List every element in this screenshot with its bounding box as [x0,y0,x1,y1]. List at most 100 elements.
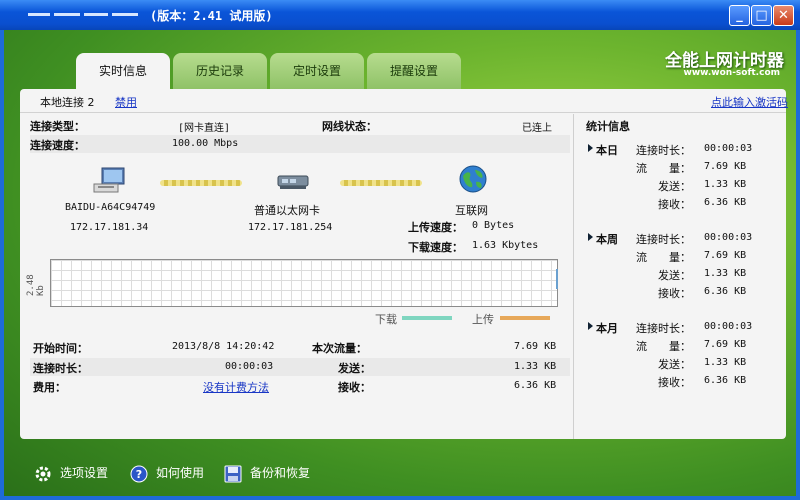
sent-label: 发送： [338,362,371,375]
expand-arrow-icon [588,233,593,241]
tab-reminder[interactable]: 提醒设置 [367,53,461,89]
duration-label: 连接时长： [33,362,88,375]
recv-value: 6.36 KB [514,380,557,391]
computer-name: BAIDU-A64C94749 [65,202,156,213]
nic-ip: 172.17.181.254 [248,222,333,233]
traffic-graph [50,259,558,307]
options-button[interactable]: 选项设置 [34,462,108,484]
help-button[interactable]: ? 如何使用 [130,462,204,484]
traffic-value: 7.69 KB [514,341,557,352]
client-area: 全能上网计时器 www.won-soft.com 实时信息 历史记录 定时设置 … [4,30,796,496]
title-bar[interactable]: (版本：2.41 试用版) _ □ ✕ [0,0,800,30]
conn-speed-value: 100.00 Mbps [172,138,239,149]
expand-arrow-icon [588,144,593,152]
activation-code-link[interactable]: 点此输入激活码 [711,94,788,110]
download-speed-label: 下载速度： [408,241,463,254]
tab-history[interactable]: 历史记录 [173,53,267,89]
disable-link[interactable]: 禁用 [115,94,137,110]
connection-bar: 本地连接 2 禁用 点此输入激活码 [20,89,788,113]
statistics-section: 统计信息 本日 连接时长： 00:00:03 流 量： 7.69 KB 发送： … [573,114,786,439]
stats-value: 6.36 KB [704,197,747,208]
help-icon: ? [130,465,148,482]
tab-realtime-info[interactable]: 实时信息 [76,53,170,91]
stats-value: 7.69 KB [704,339,747,350]
stats-key: 接收： [658,287,691,300]
fee-label: 费用： [33,381,66,394]
stats-key: 流 量： [636,162,691,175]
app-logo [28,8,140,22]
expand-arrow-icon [588,322,593,330]
line-state-value: 已连上 [522,123,552,134]
stats-key: 发送： [658,358,691,371]
legend-download-swatch [402,316,452,320]
link-line-left [160,180,242,186]
stats-key: 连接时长： [636,233,691,246]
start-time-value: 2013/8/8 14:20:42 [172,341,275,352]
stats-key: 连接时长： [636,144,691,157]
footer-toolbar: 选项设置 ? 如何使用 备份和恢复 [4,450,796,496]
duration-value: 00:00:03 [225,361,274,372]
gear-icon [35,466,51,481]
stats-period-name: 本月 [596,322,618,335]
stats-key: 接收： [658,376,691,389]
globe-icon [459,165,487,193]
stats-key: 接收： [658,198,691,211]
stats-key: 发送： [658,269,691,282]
tab-schedule[interactable]: 定时设置 [270,53,364,89]
stats-today: 本日 连接时长： 00:00:03 流 量： 7.69 KB 发送： 1.33 … [588,142,776,212]
graph-axis-label: 2.48 Kb [26,274,46,296]
maximize-button[interactable]: □ [751,5,772,26]
help-label: 如何使用 [156,466,205,480]
upload-speed-value: 0 Bytes [472,220,515,231]
floppy-disk-icon [224,465,242,482]
sent-value: 1.33 KB [514,361,557,372]
conn-type-label: 连接类型： [30,120,85,133]
options-label: 选项设置 [60,466,109,480]
line-state-label: 网线状态： [322,120,377,133]
internet-label: 互联网 [455,204,488,217]
stats-key: 流 量： [636,251,691,264]
legend-upload-label: 上传 [472,313,494,326]
speed-row-bg [30,135,570,153]
stats-week: 本周 连接时长： 00:00:03 流 量： 7.69 KB 发送： 1.33 … [588,231,776,301]
backup-button[interactable]: 备份和恢复 [224,462,310,484]
stats-value: 7.69 KB [704,250,747,261]
brand-site: www.won-soft.com [683,68,781,78]
svg-text:?: ? [136,468,142,481]
link-line-right [340,180,422,186]
stats-period-name: 本日 [596,144,618,157]
conn-type-value: [网卡直连] [178,123,231,134]
network-card-icon [277,175,309,189]
close-button[interactable]: ✕ [773,5,794,26]
recv-label: 接收： [338,381,371,394]
legend-download-label: 下载 [375,313,397,326]
stats-value: 00:00:03 [704,321,753,332]
legend-upload-swatch [500,316,550,320]
nic-name: 普通以太网卡 [254,204,320,217]
start-time-label: 开始时间： [33,342,88,355]
stats-value: 1.33 KB [704,268,747,279]
stats-key: 流 量： [636,340,691,353]
stats-period-name: 本周 [596,233,618,246]
stats-value: 00:00:03 [704,143,753,154]
stats-key: 连接时长： [636,322,691,335]
duration-row-bg [30,358,570,376]
connection-name: 本地连接 2 [40,96,95,109]
backup-label: 备份和恢复 [250,466,311,480]
computer-icon [93,167,125,193]
graph-marker [556,269,558,289]
stats-key: 发送： [658,180,691,193]
fee-method-link[interactable]: 没有计费方法 [203,379,269,395]
main-panel: 本地连接 2 禁用 点此输入激活码 连接类型： [网卡直连] 网线状态： 已连上… [20,89,788,439]
minimize-button[interactable]: _ [729,5,750,26]
realtime-section: 连接类型： [网卡直连] 网线状态： 已连上 连接速度： 100.00 Mbps [20,114,573,439]
stats-month: 本月 连接时长： 00:00:03 流 量： 7.69 KB 发送： 1.33 … [588,320,776,390]
stats-value: 6.36 KB [704,286,747,297]
window-title: (版本：2.41 试用版) [150,9,273,23]
computer-ip: 172.17.181.34 [70,222,149,233]
stats-value: 6.36 KB [704,375,747,386]
download-speed-value: 1.63 Kbytes [472,240,539,251]
app-window: (版本：2.41 试用版) _ □ ✕ 全能上网计时器 www.won-soft… [0,0,800,500]
stats-value: 1.33 KB [704,357,747,368]
upload-speed-label: 上传速度： [408,221,463,234]
